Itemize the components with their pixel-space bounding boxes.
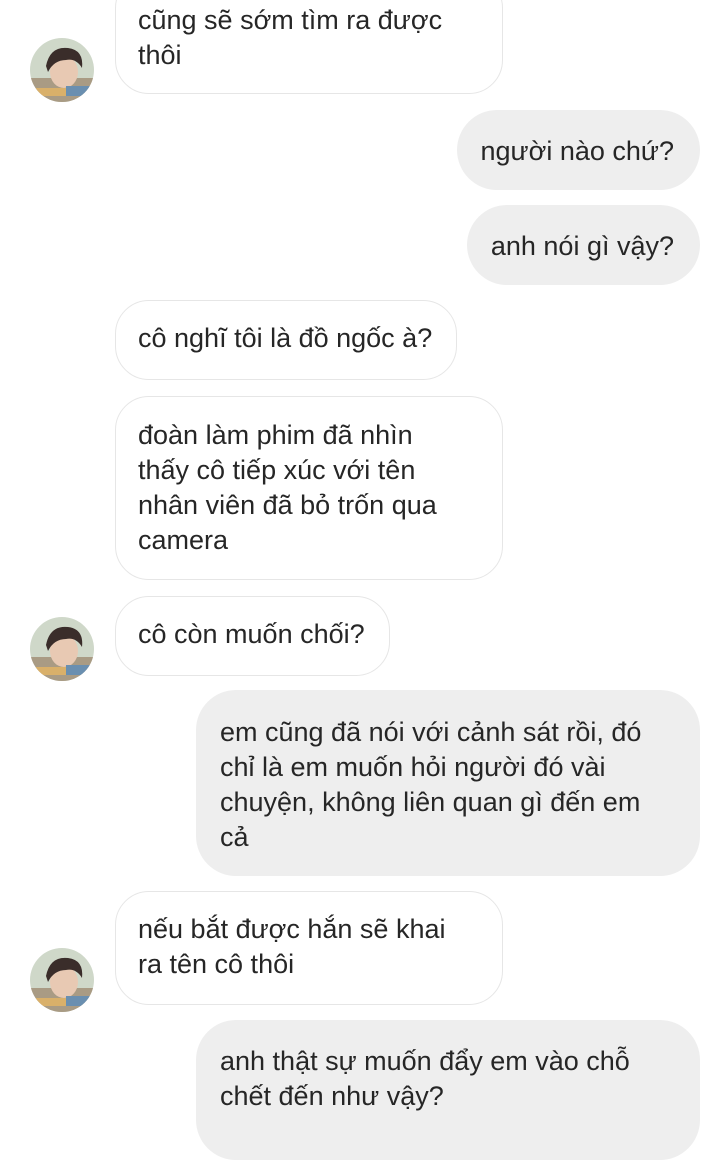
user-avatar-photo-icon xyxy=(30,617,94,681)
user-avatar-photo-icon xyxy=(30,948,94,1012)
message-bubble-incoming[interactable]: đoàn làm phim đã nhìn thấy cô tiếp xúc v… xyxy=(115,396,503,580)
message-bubble-outgoing[interactable]: anh nói gì vậy? xyxy=(466,205,700,285)
message-bubble-outgoing[interactable]: anh thật sự muốn đẩy em vào chỗ chết đến… xyxy=(196,1020,700,1160)
message-bubble-incoming[interactable]: cũng sẽ sớm tìm ra được thôi xyxy=(115,0,503,94)
avatar[interactable] xyxy=(30,38,94,102)
message-bubble-incoming[interactable]: cô còn muốn chối? xyxy=(115,596,390,676)
avatar[interactable] xyxy=(30,617,94,681)
message-bubble-outgoing[interactable]: em cũng đã nói với cảnh sát rồi, đó chỉ … xyxy=(196,690,700,876)
message-bubble-outgoing[interactable]: người nào chứ? xyxy=(456,110,700,190)
user-avatar-photo-icon xyxy=(30,38,94,102)
avatar[interactable] xyxy=(30,948,94,1012)
message-bubble-incoming[interactable]: nếu bắt được hắn sẽ khai ra tên cô thôi xyxy=(115,891,503,1005)
message-bubble-incoming[interactable]: cô nghĩ tôi là đồ ngốc à? xyxy=(115,300,458,380)
